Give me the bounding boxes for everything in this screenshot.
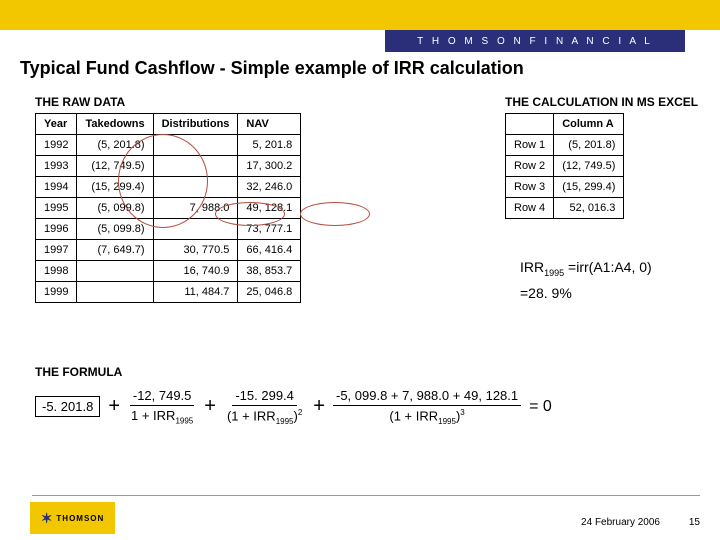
calc-excel-section: THE CALCULATION IN MS EXCEL Column A Row… [505,95,698,219]
footer: ✶ THOMSON 24 February 2006 15 [0,495,720,540]
divider [32,495,700,496]
cell: 49, 128.1 [238,198,301,219]
cell: 1997 [36,240,77,261]
page-title: Typical Fund Cashflow - Simple example o… [20,58,524,79]
table-row: 1993(12, 749.5) 17, 300.2 [36,156,301,177]
logo-text: THOMSON [56,514,104,523]
table-row: Row 2(12, 749.5) [506,156,624,177]
col-rownum [506,114,554,135]
table-row: 1996(5, 099.8) 73, 777.1 [36,219,301,240]
raw-data-section: THE RAW DATA Year Takedowns Distribution… [35,95,301,303]
term1-num: -12, 749.5 [130,388,195,406]
cell: Row 4 [506,198,554,219]
irr-func: =irr(A1:A4, 0) [568,259,652,275]
cell: 1994 [36,177,77,198]
col-nav: NAV [238,114,301,135]
col-distributions: Distributions [153,114,238,135]
cell [77,282,153,303]
page-number: 15 [689,517,700,528]
cell [153,135,238,156]
cell: 73, 777.1 [238,219,301,240]
cell: 38, 853.7 [238,261,301,282]
cell: 1999 [36,282,77,303]
cell [153,177,238,198]
irr-sub: 1995 [544,268,564,278]
table-row: Row 452, 016.3 [506,198,624,219]
table-row: Row 1(5, 201.8) [506,135,624,156]
cell: 52, 016.3 [554,198,624,219]
table-row: 1998 16, 740.938, 853.7 [36,261,301,282]
cell [153,219,238,240]
term2-num: -15. 299.4 [232,388,297,406]
table-row: 1999 11, 484.725, 046.8 [36,282,301,303]
cell [77,261,153,282]
cell: (5, 201.8) [554,135,624,156]
cell: (5, 201.8) [77,135,153,156]
table-row: 1994(15, 299.4) 32, 246.0 [36,177,301,198]
cell: (15, 299.4) [554,177,624,198]
star-icon: ✶ [41,510,54,527]
formula: -5. 201.8 + -12, 749.5 1 + IRR1995 + -15… [35,388,552,426]
highlight-ellipse [300,202,370,226]
accent-bar [0,0,720,30]
cell: (12, 749.5) [77,156,153,177]
calc-table: Column A Row 1(5, 201.8)Row 2(12, 749.5)… [505,113,624,219]
cell: Row 2 [506,156,554,177]
cell: 5, 201.8 [238,135,301,156]
cell: 16, 740.9 [153,261,238,282]
cell: (5, 099.8) [77,219,153,240]
cell: (15, 299.4) [77,177,153,198]
raw-data-table: Year Takedowns Distributions NAV 1992(5,… [35,113,301,303]
cell: 66, 416.4 [238,240,301,261]
brand-strip: T H O M S O N F I N A N C I A L [385,30,685,52]
formula-eq: = 0 [529,398,552,416]
plus-icon: + [313,395,325,418]
table-row: 1995(5, 099.8)7, 988.049, 128.1 [36,198,301,219]
col-a: Column A [554,114,624,135]
col-takedowns: Takedowns [77,114,153,135]
irr-prefix: IRR [520,259,544,275]
formula-term2: -15. 299.4 (1 + IRR1995)2 [224,388,305,426]
cell: 11, 484.7 [153,282,238,303]
raw-data-label: THE RAW DATA [35,95,301,109]
irr-result: IRR1995 =irr(A1:A4, 0) =28. 9% [520,255,652,306]
cell: 1995 [36,198,77,219]
cell: 1992 [36,135,77,156]
formula-term1: -12, 749.5 1 + IRR1995 [128,388,196,426]
calc-excel-label: THE CALCULATION IN MS EXCEL [505,95,698,109]
cell: 17, 300.2 [238,156,301,177]
cell: (12, 749.5) [554,156,624,177]
cell: (5, 099.8) [77,198,153,219]
plus-icon: + [204,395,216,418]
cell [153,156,238,177]
formula-label: THE FORMULA [35,365,122,379]
cell: Row 3 [506,177,554,198]
table-row: 1992(5, 201.8) 5, 201.8 [36,135,301,156]
cell: 25, 046.8 [238,282,301,303]
term3-num: -5, 099.8 + 7, 988.0 + 49, 128.1 [333,388,521,406]
term2-den: (1 + IRR1995)2 [224,406,305,426]
cell: 1993 [36,156,77,177]
term1-den: 1 + IRR1995 [128,406,196,426]
footer-date: 24 February 2006 [581,517,660,528]
thomson-logo: ✶ THOMSON [30,502,115,534]
cell: 1998 [36,261,77,282]
table-row: Row 3(15, 299.4) [506,177,624,198]
cell: Row 1 [506,135,554,156]
irr-value: =28. 9% [520,281,652,306]
formula-term3: -5, 099.8 + 7, 988.0 + 49, 128.1 (1 + IR… [333,388,521,426]
cell: 7, 988.0 [153,198,238,219]
plus-icon: + [108,395,120,418]
col-year: Year [36,114,77,135]
term3-den: (1 + IRR1995)3 [386,406,467,426]
table-row: 1997(7, 649.7)30, 770.566, 416.4 [36,240,301,261]
formula-term0: -5. 201.8 [35,396,100,417]
cell: 1996 [36,219,77,240]
cell: (7, 649.7) [77,240,153,261]
cell: 30, 770.5 [153,240,238,261]
cell: 32, 246.0 [238,177,301,198]
